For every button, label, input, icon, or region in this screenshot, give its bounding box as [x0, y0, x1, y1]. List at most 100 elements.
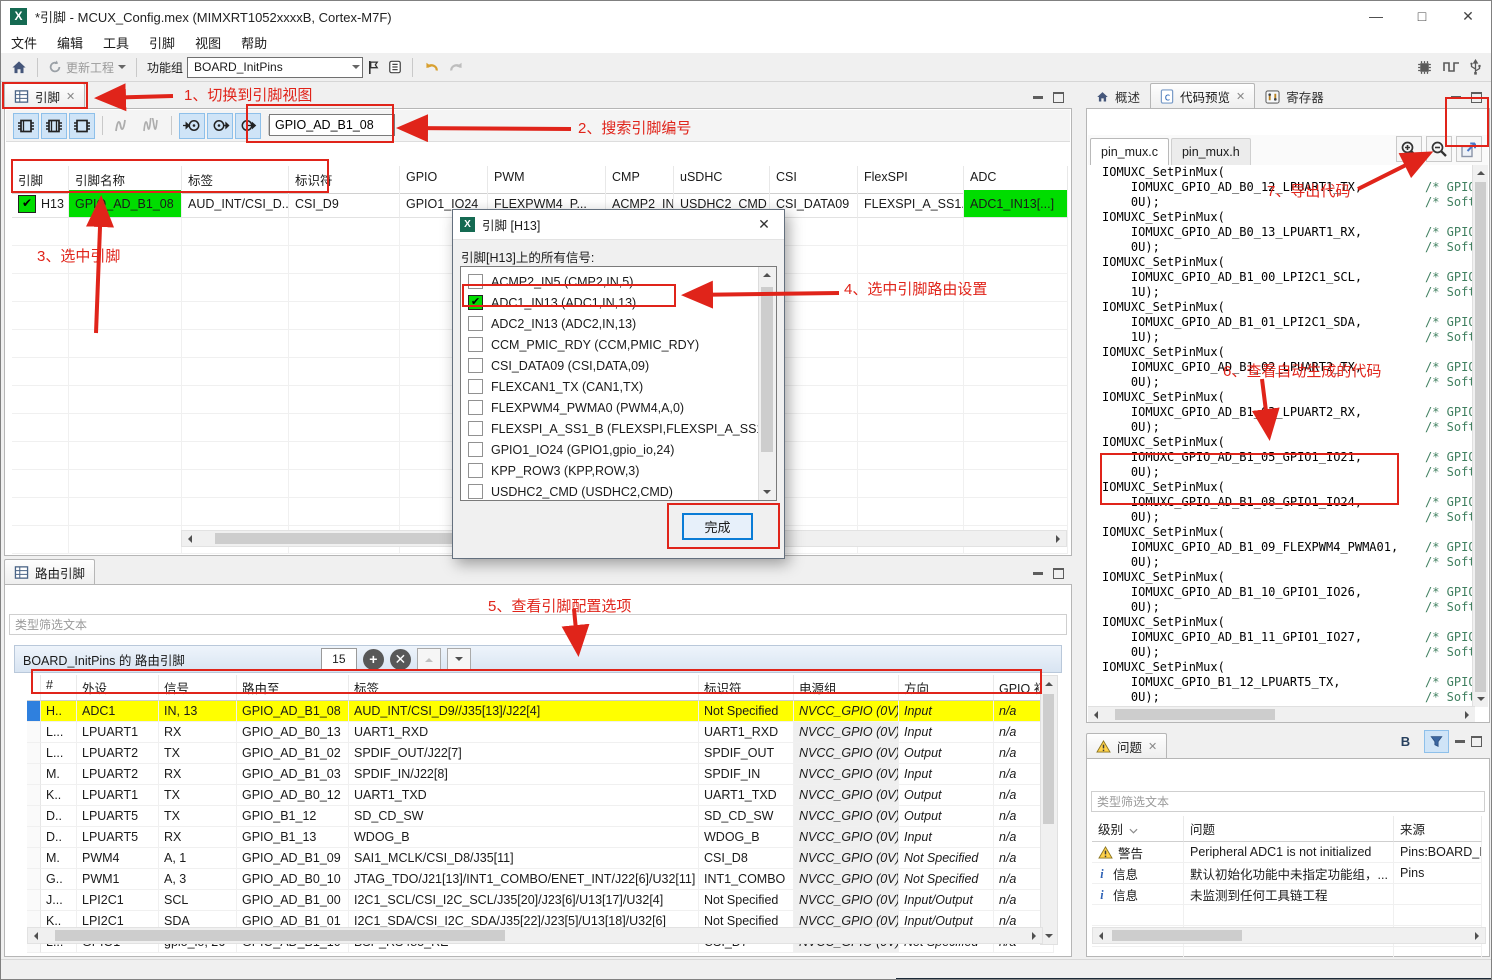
signal-checkbox[interactable]	[468, 400, 483, 415]
routed-cell[interactable]: SPDIF_OUT	[699, 743, 794, 764]
signal-checkbox[interactable]	[468, 379, 483, 394]
signal-checkbox[interactable]: ✔	[468, 295, 483, 310]
signal-checkbox[interactable]	[468, 337, 483, 352]
signal-option[interactable]: FLEXPWM4_PWMA0 (PWM4,A,0)	[461, 397, 776, 418]
package-pins-left-view-button[interactable]	[13, 113, 39, 139]
routed-cell[interactable]: TX	[159, 806, 237, 827]
routed-cell[interactable]: SPDIF_OUT/J22[7]	[349, 743, 699, 764]
remove-pin-button[interactable]: ✕	[390, 649, 411, 670]
signal-option[interactable]: GPIO1_IO24 (GPIO1,gpio_io,24)	[461, 439, 776, 460]
signal-list-scrollbar[interactable]	[758, 267, 776, 500]
routed-cell[interactable]: GPIO_B1_13	[237, 827, 349, 848]
routed-cell[interactable]: NVCC_GPIO (0V)	[794, 869, 899, 890]
routed-cell[interactable]: NVCC_GPIO (0V)	[794, 827, 899, 848]
signal-checkbox[interactable]	[468, 484, 483, 499]
routed-cell[interactable]: NVCC_GPIO (0V)	[794, 722, 899, 743]
scroll-left-icon[interactable]	[1093, 928, 1108, 943]
problems-column-header[interactable]: 来源	[1394, 816, 1482, 842]
panel-minimize-icon[interactable]	[1033, 96, 1043, 99]
routed-cell[interactable]: AUD_INT/CSI_D9//J35[13]/J22[4]	[349, 701, 699, 722]
routed-pins-count[interactable]: 15	[321, 648, 357, 670]
routed-pin-row[interactable]: L...LPUART1RXGPIO_AD_B0_13UART1_RXDUART1…	[27, 722, 1041, 743]
routed-column-header[interactable]: #	[41, 675, 77, 701]
problem-row[interactable]: 信息i未监测到任何工具链工程	[1092, 884, 1484, 905]
routed-cell[interactable]: L...	[41, 722, 77, 743]
signal-option[interactable]: CCM_PMIC_RDY (CCM,PMIC_RDY)	[461, 334, 776, 355]
routed-cell[interactable]: INT1_COMBO	[699, 869, 794, 890]
panel-maximize-icon[interactable]	[1053, 92, 1064, 103]
pins-cell[interactable]: FLEXSPI_A_SS1...	[858, 190, 964, 218]
routed-cell[interactable]: NVCC_GPIO (0V)	[794, 764, 899, 785]
bold-filter-button[interactable]: B	[1393, 730, 1418, 753]
show-routed-mid-button[interactable]	[207, 113, 233, 139]
scroll-right-icon[interactable]	[1051, 531, 1066, 546]
show-routed-out-button[interactable]	[235, 113, 261, 139]
routed-column-header[interactable]: 外设	[77, 675, 159, 701]
routed-cell[interactable]: J...	[41, 890, 77, 911]
problems-filter-input[interactable]	[1091, 791, 1485, 812]
routed-cell[interactable]: Input	[899, 701, 994, 722]
signal-checkbox[interactable]	[468, 463, 483, 478]
routed-cell[interactable]: GPIO_AD_B1_09	[237, 848, 349, 869]
routed-cell[interactable]: UART1_TXD	[349, 785, 699, 806]
routed-column-header[interactable]: 路由至	[237, 675, 349, 701]
routed-cell[interactable]: LPUART1	[77, 722, 159, 743]
zoom-out-button[interactable]	[1426, 136, 1452, 162]
routed-column-header[interactable]: 信号	[159, 675, 237, 701]
routed-pin-row[interactable]: M.LPUART2RXGPIO_AD_B1_03SPDIF_IN/J22[8]S…	[27, 764, 1041, 785]
analog-signals-button[interactable]	[110, 113, 136, 139]
routed-cell[interactable]: NVCC_GPIO (0V)	[794, 743, 899, 764]
routed-pin-row[interactable]: G..PWM1A, 3GPIO_AD_B0_10JTAG_TDO/J21[13]…	[27, 869, 1041, 890]
routed-cell[interactable]: GPIO_AD_B0_13	[237, 722, 349, 743]
signal-checkbox[interactable]	[468, 358, 483, 373]
routed-pin-row[interactable]: K..LPUART1TXGPIO_AD_B0_12UART1_TXDUART1_…	[27, 785, 1041, 806]
routed-cell[interactable]: TX	[159, 743, 237, 764]
signal-option[interactable]: KPP_ROW3 (KPP,ROW,3)	[461, 460, 776, 481]
routed-cell[interactable]: Not Specified	[699, 890, 794, 911]
scroll-right-icon[interactable]	[1460, 707, 1475, 722]
tab-overview[interactable]: 概述	[1086, 83, 1150, 109]
panel-maximize-icon[interactable]	[1053, 568, 1064, 579]
panel-minimize-icon[interactable]	[1451, 96, 1461, 99]
panel-minimize-icon[interactable]	[1033, 572, 1043, 575]
signal-option[interactable]: ADC2_IN13 (ADC2,IN,13)	[461, 313, 776, 334]
tab-pin-mux-h[interactable]: pin_mux.h	[1171, 138, 1251, 165]
close-button[interactable]: ✕	[1445, 1, 1491, 31]
function-group-select[interactable]: BOARD_InitPins	[187, 57, 363, 78]
problems-column-header[interactable]: 问题	[1184, 816, 1394, 842]
routed-cell[interactable]: SD_CD_SW	[349, 806, 699, 827]
menu-item[interactable]: 工具	[93, 33, 139, 52]
menu-item[interactable]: 引脚	[139, 33, 185, 52]
move-up-button[interactable]	[417, 648, 441, 671]
routed-cell[interactable]: GPIO_AD_B0_10	[237, 869, 349, 890]
routed-pin-row[interactable]: H..ADC1IN, 13GPIO_AD_B1_08AUD_INT/CSI_D9…	[27, 701, 1041, 722]
pins-cell[interactable]: AUD_INT/CSI_D...	[182, 190, 289, 218]
update-project-button[interactable]: 更新工程	[44, 59, 130, 76]
signal-checkbox[interactable]	[468, 274, 483, 289]
peripheral-signal-icon[interactable]	[1443, 60, 1460, 74]
menu-item[interactable]: 视图	[185, 33, 231, 52]
dialog-title-bar[interactable]: X 引脚 [H13] ✕	[453, 210, 784, 240]
signal-checkbox[interactable]	[468, 421, 483, 436]
pin-checkbox[interactable]: ✔	[18, 195, 36, 213]
routed-cell[interactable]: WDOG_B	[349, 827, 699, 848]
routed-cell[interactable]: GPIO_AD_B1_00	[237, 890, 349, 911]
routed-cell[interactable]: Input	[899, 722, 994, 743]
signal-option[interactable]: FLEXCAN1_TX (CAN1,TX)	[461, 376, 776, 397]
signal-checkbox[interactable]	[468, 442, 483, 457]
routed-column-header[interactable]: 标识符	[699, 675, 794, 701]
signal-option[interactable]: USDHC2_CMD (USDHC2,CMD)	[461, 481, 776, 501]
code-vertical-scrollbar[interactable]	[1472, 165, 1488, 707]
pins-cell[interactable]: GPIO_AD_B1_08	[69, 190, 182, 218]
routed-cell[interactable]: Not Specified	[899, 869, 994, 890]
scroll-up-icon[interactable]	[759, 267, 775, 282]
routed-cell[interactable]: CSI_D8	[699, 848, 794, 869]
routed-vertical-scrollbar[interactable]	[1040, 675, 1058, 945]
routed-cell[interactable]: NVCC_GPIO (0V)	[794, 848, 899, 869]
scroll-left-icon[interactable]	[1088, 707, 1103, 722]
routed-cell[interactable]: LPUART1	[77, 785, 159, 806]
routed-cell[interactable]: GPIO_AD_B0_12	[237, 785, 349, 806]
routed-cell[interactable]: RX	[159, 722, 237, 743]
routed-pin-row[interactable]: L...LPUART2TXGPIO_AD_B1_02SPDIF_OUT/J22[…	[27, 743, 1041, 764]
routed-cell[interactable]: SPDIF_IN/J22[8]	[349, 764, 699, 785]
